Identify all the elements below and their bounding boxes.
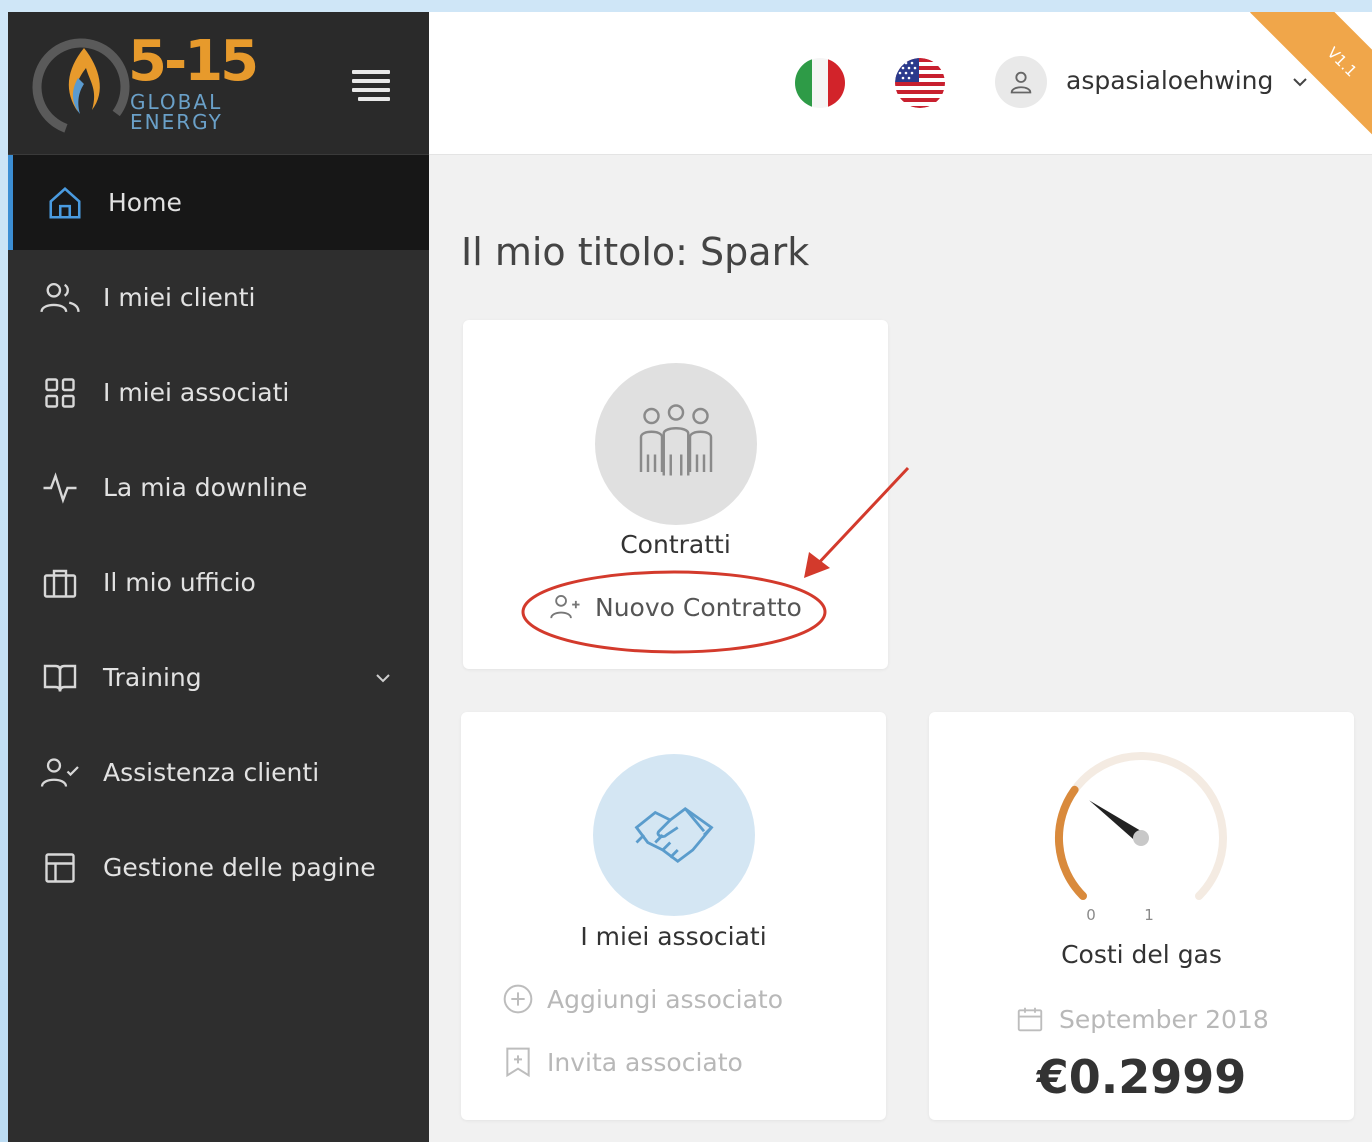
add-associate-label: Aggiungi associato xyxy=(547,984,784,1014)
book-icon xyxy=(40,658,80,698)
italian-flag-icon[interactable] xyxy=(795,58,845,108)
people-group-icon xyxy=(595,363,757,525)
sidebar-item-label: I miei clienti xyxy=(103,283,256,312)
logo-flame-icon xyxy=(32,38,130,136)
app-window: 5-15 GLOBAL ENERGY Home I miei clienti I… xyxy=(8,12,1372,1142)
username-dropdown[interactable]: aspasialoehwing xyxy=(1066,66,1273,95)
new-contract-label: Nuovo Contratto xyxy=(595,592,802,622)
sidebar-item-pages[interactable]: Gestione delle pagine xyxy=(8,820,429,915)
date-label: September 2018 xyxy=(1059,1004,1269,1034)
new-contract-link[interactable]: Nuovo Contratto xyxy=(549,590,802,624)
invite-bookmark-icon xyxy=(501,1045,535,1079)
associates-title: I miei associati xyxy=(580,922,767,951)
us-flag-icon[interactable] xyxy=(895,58,945,108)
chevron-down-icon[interactable] xyxy=(1290,72,1310,92)
layout-icon xyxy=(40,848,80,888)
brand-header: 5-15 GLOBAL ENERGY xyxy=(8,12,429,155)
logo-line-global: GLOBAL xyxy=(130,90,223,114)
briefcase-icon xyxy=(40,563,80,603)
sidebar-item-label: Gestione delle pagine xyxy=(103,853,376,882)
user-check-icon xyxy=(40,753,80,793)
sidebar-item-office[interactable]: Il mio ufficio xyxy=(8,535,429,630)
gauge-fill xyxy=(1054,785,1087,900)
users-icon xyxy=(40,278,80,318)
sidebar-item-label: Training xyxy=(103,663,202,692)
handshake-icon xyxy=(593,754,755,916)
date-row: September 2018 xyxy=(1013,1002,1269,1036)
page-title: Il mio titolo: Spark xyxy=(461,230,810,274)
user-icon xyxy=(1010,71,1032,94)
gauge-min-label: 0 xyxy=(1086,906,1096,924)
invite-associate-link[interactable]: Invita associato xyxy=(501,1045,743,1079)
gas-price: €0.2999 xyxy=(1036,1050,1247,1104)
sidebar-item-label: I miei associati xyxy=(103,378,290,407)
sidebar-item-clients[interactable]: I miei clienti xyxy=(8,250,429,345)
add-associate-link[interactable]: Aggiungi associato xyxy=(501,982,783,1016)
gas-cost-card: 0 1 Costi del gas September 2018 €0.2999 xyxy=(929,712,1354,1120)
sidebar-item-label: Home xyxy=(108,188,182,217)
sidebar-item-support[interactable]: Assistenza clienti xyxy=(8,725,429,820)
gauge-max-label: 1 xyxy=(1144,906,1154,924)
home-icon xyxy=(45,183,85,223)
gauge-hub xyxy=(1133,830,1149,846)
contracts-title: Contratti xyxy=(620,530,731,559)
sidebar-item-label: La mia downline xyxy=(103,473,308,502)
invite-associate-label: Invita associato xyxy=(547,1047,743,1077)
sidebar: 5-15 GLOBAL ENERGY Home I miei clienti I… xyxy=(8,12,429,1142)
associates-card: I miei associati Aggiungi associato Invi… xyxy=(461,712,886,1120)
sidebar-item-label: Il mio ufficio xyxy=(103,568,256,597)
sidebar-item-training[interactable]: Training xyxy=(8,630,429,725)
gas-cost-title: Costi del gas xyxy=(1061,940,1222,969)
sidebar-item-downline[interactable]: La mia downline xyxy=(8,440,429,535)
chevron-down-icon xyxy=(376,673,390,682)
gauge-chart: 0 1 xyxy=(1054,752,1227,924)
gauge-track xyxy=(1055,752,1227,900)
sidebar-item-home[interactable]: Home xyxy=(8,155,429,250)
plus-circle-icon xyxy=(501,982,535,1016)
sidebar-item-associates[interactable]: I miei associati xyxy=(8,345,429,440)
top-bar: aspasialoehwing V1.1 xyxy=(429,12,1372,155)
grid-icon xyxy=(40,373,80,413)
sidebar-item-label: Assistenza clienti xyxy=(103,758,320,787)
contracts-card: Contratti Nuovo Contratto xyxy=(463,320,888,669)
hamburger-menu-icon[interactable] xyxy=(352,70,390,104)
calendar-icon xyxy=(1013,1002,1047,1036)
add-user-icon xyxy=(549,590,583,624)
avatar[interactable] xyxy=(995,56,1047,108)
activity-icon xyxy=(40,468,80,508)
logo-line-energy: ENERGY xyxy=(130,110,223,134)
logo-number: 5-15 xyxy=(128,29,259,94)
